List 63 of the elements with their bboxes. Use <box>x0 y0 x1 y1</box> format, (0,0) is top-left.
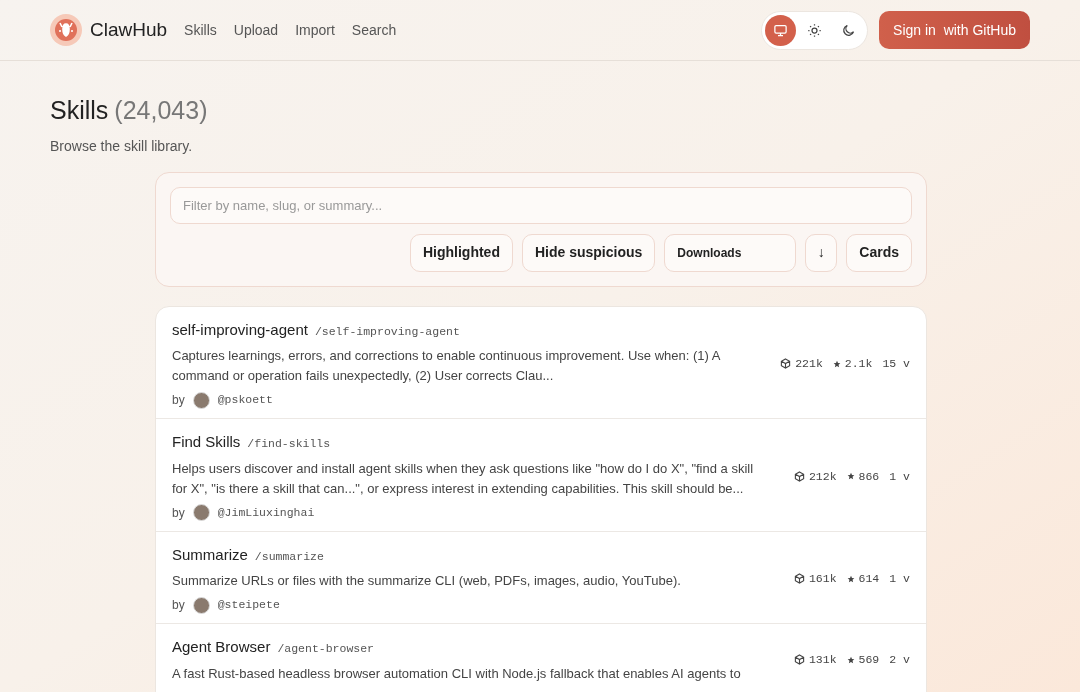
skill-slug: /agent-browser <box>277 641 374 657</box>
skill-slug: /summarize <box>254 548 324 565</box>
filter-button[interactable]: Highlighted <box>409 233 513 272</box>
author-handle[interactable]: @JimLiuxinghai <box>217 503 315 522</box>
skill-slug: /find-skills <box>247 436 331 452</box>
author-handle[interactable]: @steipete <box>217 596 280 614</box>
skill-row[interactable]: Agent Browser /agent-browser A fast Rust-based headless browser automation CLI with Node.js fallback that enables AI agents to 131k 569 2 v <box>156 624 926 692</box>
author-avatar <box>192 504 210 521</box>
skill-summary: Summarize URLs or files with the summarize CLI (web, PDFs, images, audio, YouTube). <box>172 572 682 590</box>
package-icon <box>793 573 805 585</box>
skill-name: self-improving-agent <box>172 319 308 340</box>
sort-direction-button[interactable]: ↓ <box>805 233 838 272</box>
star-count: 569 <box>858 652 880 669</box>
skill-slug: /self-improving-agent <box>314 323 460 340</box>
author-handle[interactable]: @pskoett <box>217 391 273 409</box>
by-label: by <box>172 504 185 522</box>
nav-link[interactable]: Import <box>295 19 335 41</box>
filter-button[interactable]: Hide suspicious <box>521 233 656 272</box>
author-avatar <box>192 596 210 614</box>
download-count: 221k <box>795 356 823 373</box>
skill-name: Summarize <box>172 544 248 565</box>
page-title: Skills <box>50 95 109 126</box>
package-icon <box>793 654 805 666</box>
star-count: 614 <box>858 571 880 588</box>
skill-count: (24,043) <box>114 95 208 126</box>
moon-icon <box>841 22 857 38</box>
star-icon <box>832 359 841 368</box>
search-field[interactable]: Filter by name, slug, or summary... <box>170 186 912 224</box>
skill-row[interactable]: Summarize /summarize Summarize URLs or files with the summarize CLI (web, PDFs, images, audio, YouTube). by @steipete 161k 614 1 v <box>156 531 926 624</box>
author-avatar <box>192 391 210 409</box>
version-count: 1 v <box>889 468 910 485</box>
star-count: 866 <box>858 468 880 485</box>
download-count: 212k <box>808 468 837 485</box>
version-count: 2 v <box>889 652 910 669</box>
skill-summary: Captures learnings, errors, and corrections to enable continuous improvement. Use when: (1) A command or operation fails unexpectedly, (2) User corrects Clau... <box>172 347 722 385</box>
nav-link[interactable]: Search <box>351 19 397 41</box>
star-icon <box>846 472 855 481</box>
package-icon <box>780 358 792 370</box>
package-icon <box>793 470 805 482</box>
sort-select[interactable]: Downloads <box>664 233 797 272</box>
filter-button[interactable]: Cards <box>846 233 912 272</box>
sign-in-button[interactable]: Sign in with GitHub <box>879 11 1030 49</box>
skill-name: Agent Browser <box>172 637 271 657</box>
nav-link[interactable]: Upload <box>233 19 279 41</box>
skill-summary: Helps users discover and install agent skills when they ask questions like "how do I do X", "find a skill for X", "is there a skill that can...", or express interest in extending capabilities. This skill should be... <box>172 459 755 498</box>
star-icon <box>846 574 855 583</box>
nav-link[interactable]: Skills <box>184 19 217 41</box>
download-count: 131k <box>808 652 837 669</box>
page-subtitle: Browse the skill library. <box>50 136 194 156</box>
monitor-icon <box>773 22 789 38</box>
by-label: by <box>172 392 185 409</box>
sun-icon <box>807 22 823 38</box>
lobster-logo[interactable] <box>50 14 82 46</box>
theme-button[interactable] <box>765 14 797 46</box>
by-label: by <box>172 597 185 614</box>
version-count: 15 v <box>882 356 910 373</box>
skill-summary: A fast Rust-based headless browser automation CLI with Node.js fallback that enables AI agents to <box>172 664 742 683</box>
brand-name[interactable]: ClawHub <box>90 15 168 45</box>
star-icon <box>846 655 855 664</box>
skill-name: Find Skills <box>172 432 241 452</box>
star-count: 2.1k <box>844 356 873 373</box>
download-count: 161k <box>808 571 837 588</box>
version-count: 1 v <box>889 571 910 588</box>
